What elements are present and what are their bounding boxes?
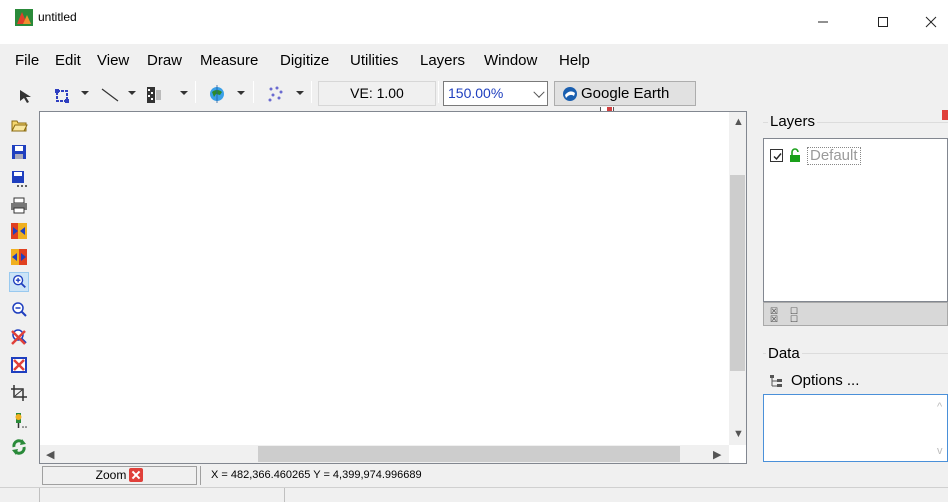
globe-icon[interactable] — [207, 83, 227, 105]
data-scroll-down-icon[interactable]: v — [937, 445, 943, 457]
panel-close-icon[interactable] — [942, 110, 948, 120]
close-icon — [925, 16, 937, 28]
minimize-icon — [818, 21, 828, 23]
menu-utilities[interactable]: Utilities — [350, 52, 398, 69]
menu-view[interactable]: View — [97, 52, 129, 69]
print-icon[interactable] — [10, 196, 28, 214]
data-panel-title: Data — [766, 345, 802, 362]
data-scroll-up-icon[interactable]: ^ — [937, 401, 942, 413]
draw-line-dropdown[interactable] — [128, 91, 136, 95]
draw-line-icon[interactable] — [100, 84, 120, 106]
point-dropdown[interactable] — [296, 91, 304, 95]
zoom-level-select[interactable]: 150.00% — [443, 81, 548, 106]
menu-window[interactable]: Window — [484, 52, 537, 69]
globe-dropdown[interactable] — [237, 91, 245, 95]
select-rect-dropdown[interactable] — [81, 91, 89, 95]
status-bar-lower — [0, 487, 948, 502]
select-all-layers-icon[interactable]: ☒ ☒ — [770, 307, 778, 324]
bitmap-dropdown[interactable] — [180, 91, 188, 95]
rotate-icon[interactable] — [10, 438, 28, 456]
window-title: untitled — [38, 10, 77, 24]
select-arrow-icon[interactable] — [18, 85, 34, 107]
maximize-button[interactable] — [860, 8, 906, 36]
menu-measure[interactable]: Measure — [200, 52, 258, 69]
checkmark-icon — [773, 153, 782, 161]
close-button[interactable] — [908, 8, 948, 36]
toolbar-separator — [438, 81, 439, 103]
scroll-left-icon[interactable]: ◀ — [46, 448, 54, 461]
chevron-down-icon[interactable] — [533, 86, 545, 98]
zoom-level-value: 150.00% — [448, 85, 504, 101]
point-scatter-icon[interactable] — [266, 83, 286, 105]
layer-visibility-checkbox[interactable] — [770, 149, 783, 162]
zoom-box-icon[interactable] — [10, 356, 28, 374]
toolbar-separator — [253, 81, 254, 103]
toolbar-separator — [311, 81, 312, 103]
cancel-zoom-icon[interactable] — [129, 468, 144, 482]
status-segment — [40, 488, 285, 502]
menu-layers[interactable]: Layers — [420, 52, 465, 69]
horizontal-scroll-thumb[interactable] — [258, 446, 680, 462]
zoom-extents-icon[interactable] — [10, 222, 28, 240]
menu-edit[interactable]: Edit — [55, 52, 81, 69]
status-segment — [0, 488, 40, 502]
select-rect-icon[interactable] — [54, 85, 70, 107]
status-mode-panel: Zoom — [42, 466, 197, 485]
deselect-all-layers-icon[interactable]: ☐ ☐ — [790, 307, 798, 324]
save-icon[interactable] — [10, 143, 28, 161]
title-bar: untitled — [0, 0, 948, 44]
zoom-width-icon[interactable] — [10, 248, 28, 266]
maximize-icon — [878, 16, 888, 27]
layer-name[interactable]: Default — [807, 147, 861, 165]
layers-panel-title: Layers — [768, 113, 818, 130]
menu-bar: File Edit View Draw Measure Digitize Uti… — [0, 44, 948, 113]
scroll-down-icon[interactable]: ▼ — [733, 428, 744, 440]
menu-file[interactable]: File — [15, 52, 39, 69]
google-earth-button[interactable]: Google Earth — [554, 81, 696, 106]
data-list-box[interactable]: ^ v — [763, 394, 948, 462]
menu-digitize[interactable]: Digitize — [280, 52, 329, 69]
minimize-button[interactable] — [800, 8, 846, 36]
tree-options-icon — [770, 375, 782, 387]
google-earth-label: Google Earth — [581, 85, 670, 102]
bitmap-grid-icon[interactable] — [146, 84, 162, 106]
app-logo-icon — [15, 9, 33, 26]
zoom-cancel-icon[interactable] — [10, 328, 28, 346]
layers-list[interactable]: Default — [763, 138, 948, 302]
status-mode-label: Zoom — [95, 468, 127, 482]
menu-draw[interactable]: Draw — [147, 52, 182, 69]
scroll-up-icon[interactable]: ▲ — [733, 116, 744, 128]
unlocked-lock-icon[interactable] — [789, 148, 801, 163]
digitize-pin-icon[interactable] — [10, 411, 28, 429]
zoom-in-icon[interactable] — [9, 272, 29, 292]
crop-icon[interactable] — [10, 384, 28, 402]
save-as-icon[interactable] — [10, 170, 28, 188]
map-canvas[interactable] — [39, 111, 747, 464]
scroll-right-icon[interactable]: ▶ — [713, 448, 721, 461]
menu-help[interactable]: Help — [559, 52, 590, 69]
google-earth-icon — [563, 87, 577, 101]
zoom-out-icon[interactable] — [10, 301, 28, 319]
vertical-exaggeration-button[interactable]: VE: 1.00 — [318, 81, 436, 106]
layers-footer: ☒ ☒ ☐ ☐ — [763, 302, 948, 326]
open-folder-icon[interactable] — [10, 116, 28, 134]
toolbar-separator — [195, 81, 196, 103]
status-coordinates: X = 482,366.460265 Y = 4,399,974.996689 — [200, 466, 945, 485]
vertical-scroll-thumb[interactable] — [730, 175, 745, 371]
options-label: Options ... — [791, 372, 860, 389]
